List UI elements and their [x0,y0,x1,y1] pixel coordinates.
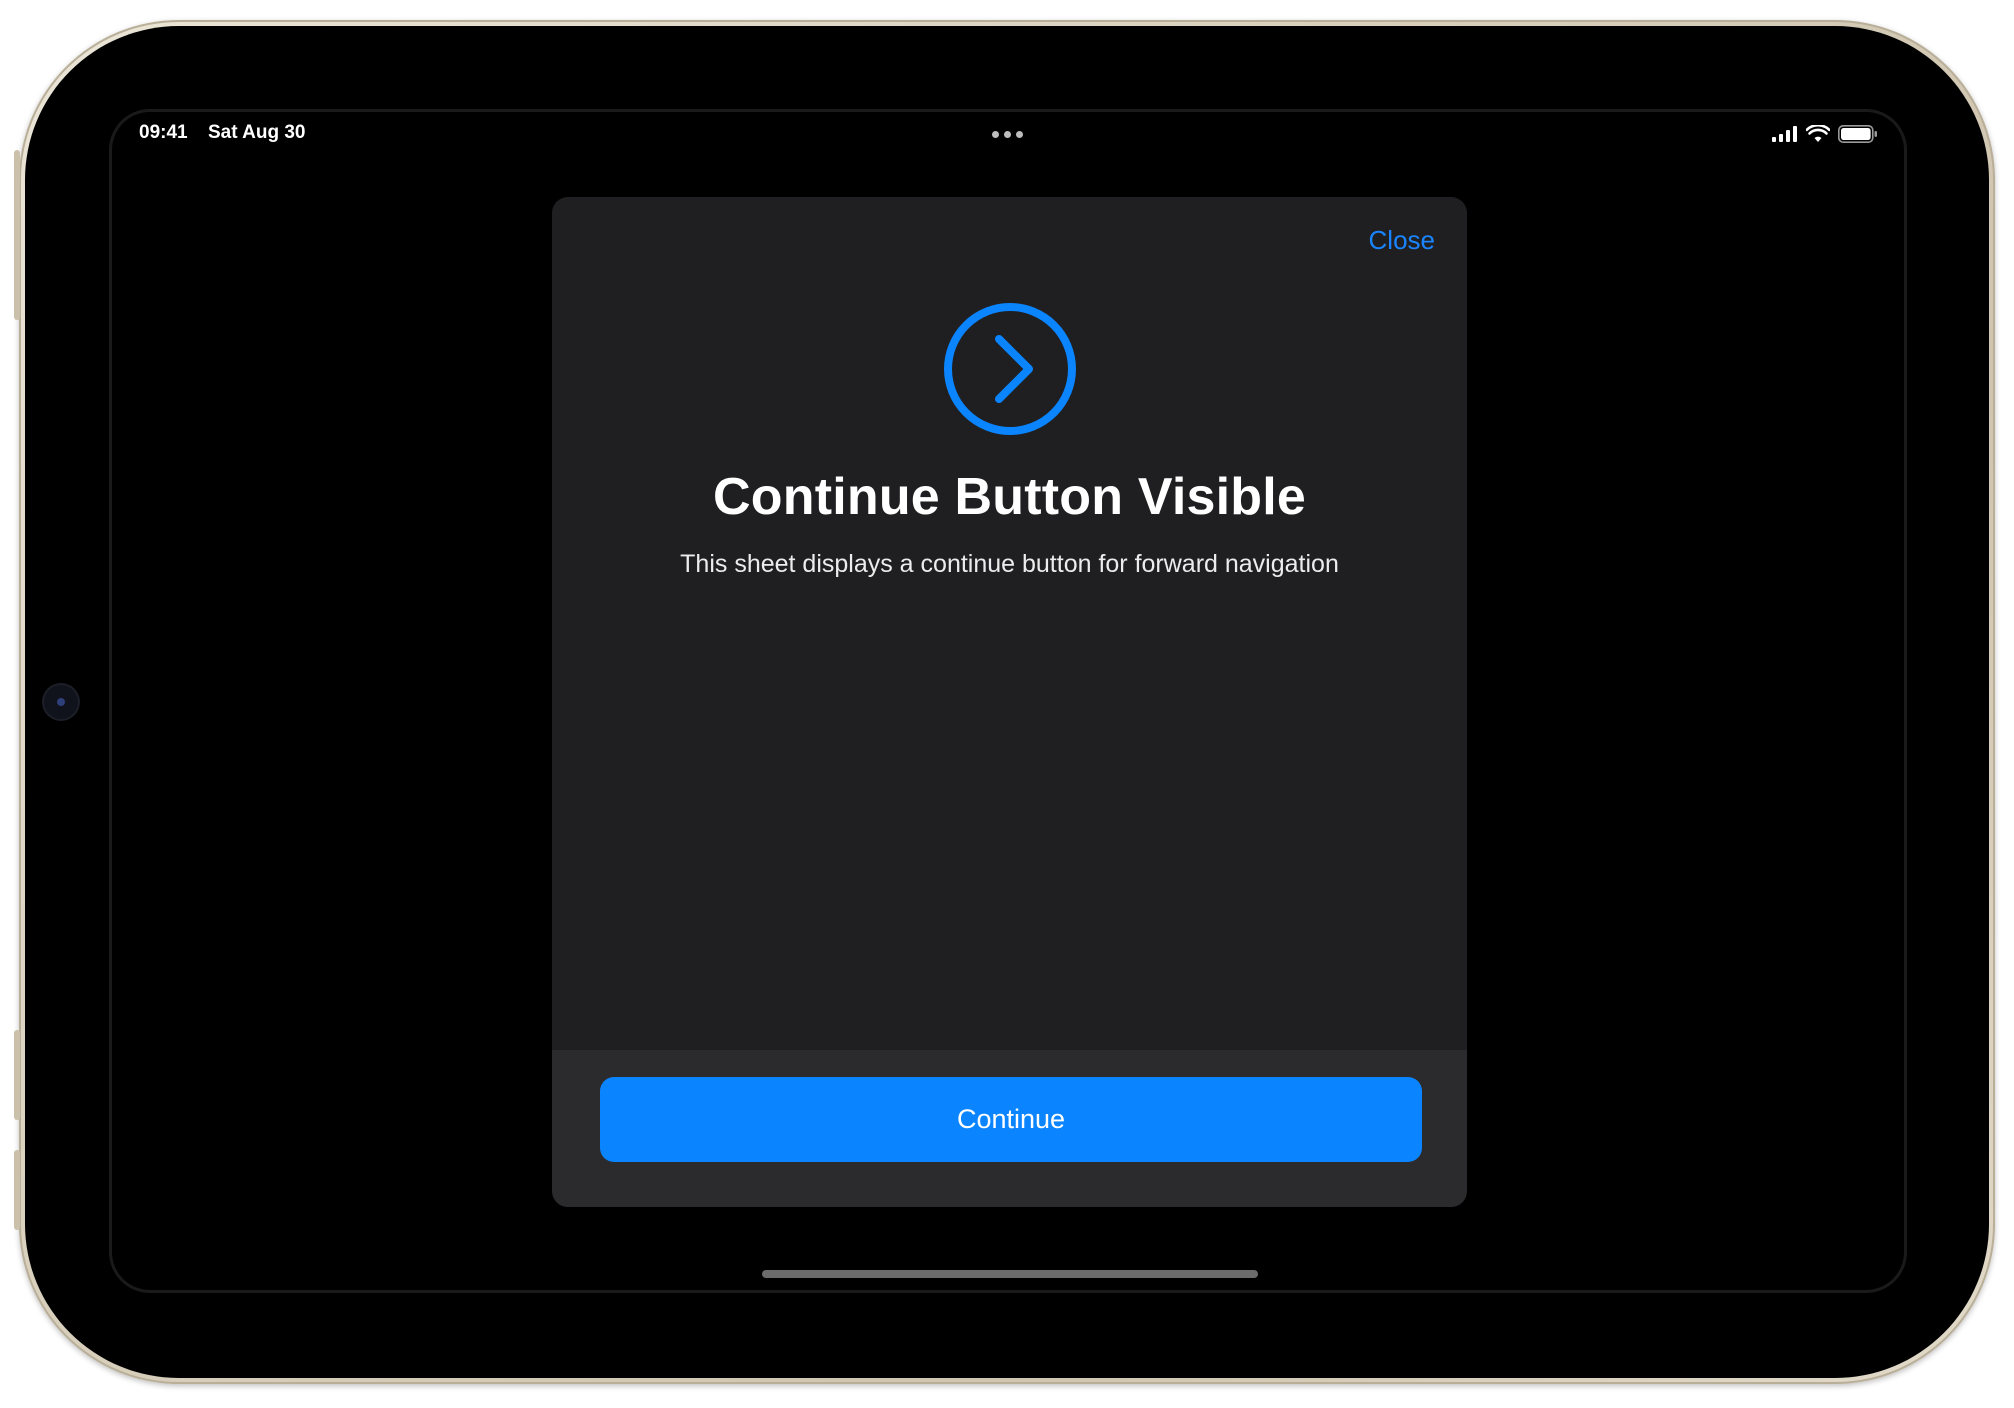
status-icons [1772,125,1878,143]
home-indicator[interactable] [762,1270,1258,1278]
status-date: Sat Aug 30 [208,122,306,143]
chevron-right-circle-icon [944,303,1076,435]
screen: 09:41 Sat Aug 30 Close Continue Button V… [112,112,1904,1290]
dot-icon [1004,131,1011,138]
front-camera [44,685,78,719]
volume-up-button [14,1030,20,1120]
status-time: 09:41 [139,122,188,143]
signal-icon [1772,126,1797,142]
top-button [14,150,20,320]
status-bar: 09:41 Sat Aug 30 [112,112,1904,156]
dot-icon [1016,131,1023,138]
battery-icon [1838,125,1877,143]
sheet-subtitle: This sheet displays a continue button fo… [680,550,1339,578]
sheet-title: Continue Button Visible [713,468,1306,526]
modal-sheet: Close Continue Button Visible This sheet… [552,197,1467,1207]
wifi-icon [1806,125,1830,142]
close-button[interactable]: Close [1369,225,1435,256]
dot-icon [992,131,999,138]
continue-button[interactable]: Continue [600,1077,1422,1162]
sheet-footer: Continue [552,1050,1467,1207]
volume-down-button [14,1150,20,1230]
multitasking-menu[interactable] [992,131,1023,138]
